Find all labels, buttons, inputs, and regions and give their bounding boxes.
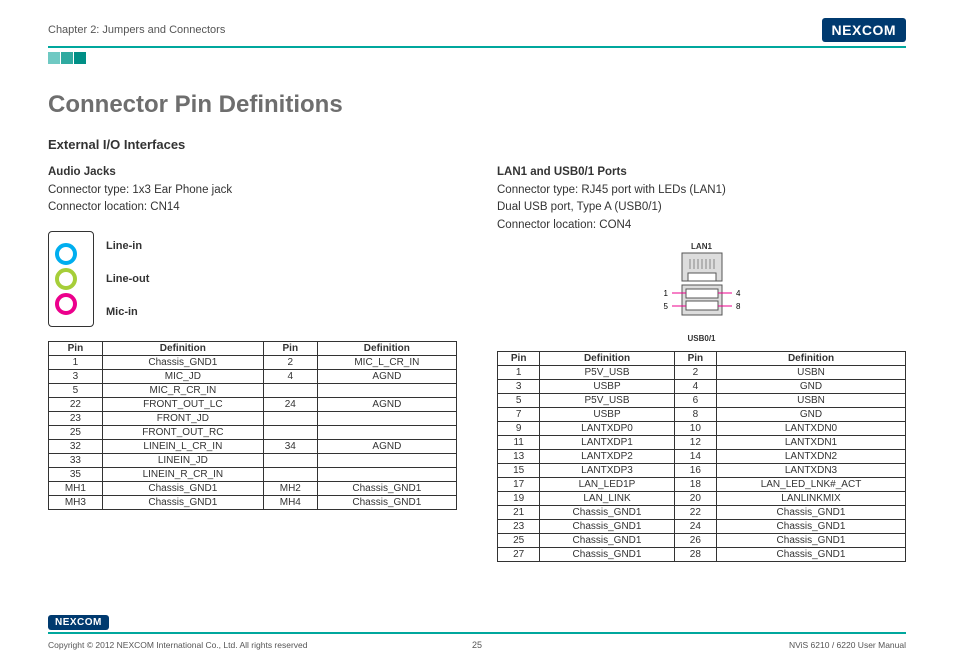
table-row: 1Chassis_GND12MIC_L_CR_IN [49, 355, 457, 369]
table-row: 35LINEIN_R_CR_IN [49, 467, 457, 481]
line-out-jack-icon [55, 268, 77, 290]
page-title: Connector Pin Definitions [48, 91, 906, 119]
mic-in-jack-icon [55, 293, 77, 315]
table-row: 23Chassis_GND124Chassis_GND1 [498, 519, 906, 533]
th-def: Definition [540, 351, 674, 365]
th-pin: Pin [263, 341, 317, 355]
footer-copyright: Copyright © 2012 NEXCOM International Co… [48, 640, 308, 650]
table-row: 5MIC_R_CR_IN [49, 383, 457, 397]
table-row: 15LANTXDP316LANTXDN3 [498, 463, 906, 477]
th-pin: Pin [49, 341, 103, 355]
table-row: 1P5V_USB2USBN [498, 365, 906, 379]
table-row: 22FRONT_OUT_LC24AGND [49, 397, 457, 411]
lan1-label: LAN1 [497, 242, 906, 251]
svg-text:5: 5 [663, 302, 668, 311]
table-row: 27Chassis_GND128Chassis_GND1 [498, 547, 906, 561]
table-row: 23FRONT_JD [49, 411, 457, 425]
table-row: 19LAN_LINK20LANLINKMIX [498, 491, 906, 505]
table-row: 32LINEIN_L_CR_IN34AGND [49, 439, 457, 453]
decorative-squares [48, 51, 906, 69]
th-def: Definition [317, 341, 456, 355]
table-row: MH3Chassis_GND1MH4Chassis_GND1 [49, 495, 457, 509]
line-in-label: Line-in [106, 240, 142, 252]
footer-manual: NViS 6210 / 6220 User Manual [789, 640, 906, 650]
brand-logo: NEXCOM [822, 18, 906, 42]
audio-heading: Audio Jacks [48, 166, 457, 178]
footer-rule [48, 632, 906, 634]
lanusb-line1: Connector type: RJ45 port with LEDs (LAN… [497, 182, 906, 199]
th-def: Definition [102, 341, 263, 355]
lanusb-line3: Connector location: CON4 [497, 217, 906, 234]
lanusb-diagram: LAN1 [497, 242, 906, 343]
audio-pin-table: Pin Definition Pin Definition 1Chassis_G… [48, 341, 457, 510]
mic-in-label: Mic-in [106, 306, 138, 318]
line-in-jack-icon [55, 243, 77, 265]
chapter-label: Chapter 2: Jumpers and Connectors [48, 24, 225, 36]
footer-logo: NEXCOM [48, 615, 109, 630]
lanusb-pin-table: Pin Definition Pin Definition 1P5V_USB2U… [497, 351, 906, 562]
th-pin: Pin [498, 351, 540, 365]
table-row: 9LANTXDP010LANTXDN0 [498, 421, 906, 435]
audio-connector-location: Connector location: CN14 [48, 199, 457, 216]
lanusb-heading: LAN1 and USB0/1 Ports [497, 166, 906, 178]
table-row: 21Chassis_GND122Chassis_GND1 [498, 505, 906, 519]
svg-text:4: 4 [736, 289, 741, 298]
table-row: 7USBP8GND [498, 407, 906, 421]
audio-column: Audio Jacks Connector type: 1x3 Ear Phon… [48, 166, 457, 562]
audio-connector-type: Connector type: 1x3 Ear Phone jack [48, 182, 457, 199]
th-def: Definition [717, 351, 906, 365]
table-row: 13LANTXDP214LANTXDN2 [498, 449, 906, 463]
table-row: 17LAN_LED1P18LAN_LED_LNK#_ACT [498, 477, 906, 491]
lanusb-line2: Dual USB port, Type A (USB0/1) [497, 199, 906, 216]
header-rule [48, 46, 906, 48]
audio-jacks-diagram [48, 231, 94, 327]
table-row: 25FRONT_OUT_RC [49, 425, 457, 439]
svg-text:1: 1 [663, 289, 668, 298]
svg-text:8: 8 [736, 302, 741, 311]
line-out-label: Line-out [106, 273, 149, 285]
th-pin: Pin [674, 351, 716, 365]
subsection-heading: External I/O Interfaces [48, 137, 906, 152]
lanusb-column: LAN1 and USB0/1 Ports Connector type: RJ… [497, 166, 906, 562]
table-row: 11LANTXDP112LANTXDN1 [498, 435, 906, 449]
table-row: MH1Chassis_GND1MH2Chassis_GND1 [49, 481, 457, 495]
table-row: 25Chassis_GND126Chassis_GND1 [498, 533, 906, 547]
table-row: 3USBP4GND [498, 379, 906, 393]
table-row: 5P5V_USB6USBN [498, 393, 906, 407]
table-row: 3MIC_JD4AGND [49, 369, 457, 383]
table-row: 33LINEIN_JD [49, 453, 457, 467]
usb01-label: USB0/1 [497, 334, 906, 343]
